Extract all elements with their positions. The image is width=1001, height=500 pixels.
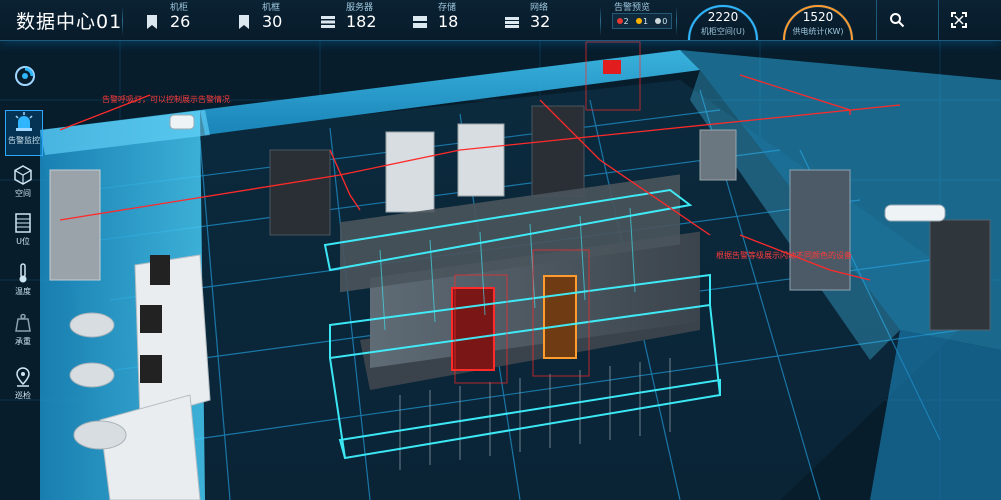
grey-dot-icon	[655, 18, 662, 24]
red-dot-icon	[616, 18, 623, 24]
stat-value: 18	[438, 12, 459, 31]
sidebar-item-label: 告警监控	[8, 136, 40, 145]
stat-server[interactable]: 服务器 182	[304, 0, 400, 40]
sidebar-item-u-position[interactable]: U位	[5, 212, 41, 256]
sidebar-item-label: 空间	[15, 189, 31, 198]
bookmark-icon	[239, 15, 249, 29]
divider	[122, 6, 123, 36]
expand-icon	[951, 12, 967, 28]
datacenter-3d-view[interactable]	[0, 40, 1001, 500]
stat-value: 30	[262, 12, 283, 31]
sidebar-item-inspection[interactable]: 巡检	[5, 366, 41, 410]
alarm-level-minor: 0	[655, 17, 667, 26]
gauge-value: 2220	[707, 10, 739, 24]
page-title: 数据中心01	[16, 11, 123, 33]
sidebar-item-temperature[interactable]: 温度	[5, 262, 41, 306]
stat-network[interactable]: 网络 32	[488, 0, 580, 40]
sidebar-item-label: 温度	[15, 287, 31, 296]
gauge-label: 供电统计(KW)	[792, 27, 844, 36]
device-flash-annotation: 根据告警等级展示闪动不同颜色的设备	[716, 251, 852, 260]
u-position-icon	[15, 213, 31, 233]
alarm-level-major: 1	[635, 17, 648, 26]
search-button[interactable]	[876, 0, 917, 40]
bookmark-icon	[147, 15, 157, 29]
alarm-light-annotation: 告警呼吸灯，可以控制展示告警情况	[102, 95, 230, 104]
divider	[676, 6, 677, 36]
sidebar-item-label: U位	[16, 237, 30, 246]
sidebar-item-space[interactable]: 空间	[5, 164, 41, 208]
sidebar-item-load[interactable]: 承重	[5, 312, 41, 356]
power-gauge: 1520 供电统计(KW)	[778, 2, 858, 40]
stat-value: 32	[530, 12, 551, 31]
thermometer-icon	[19, 263, 27, 283]
sidebar-item-label: 巡检	[15, 391, 31, 400]
refresh-logo-icon[interactable]	[13, 64, 37, 88]
alarm-level-critical: 2	[616, 17, 629, 26]
top-bar: 数据中心01 机柜 26 机框 30 服务器 182 存储 18 网络 32 告…	[0, 0, 1001, 41]
gauge-value: 1520	[802, 10, 834, 24]
sidebar-item-label: 承重	[15, 337, 31, 346]
search-icon	[890, 13, 905, 28]
fullscreen-button[interactable]	[938, 0, 979, 40]
server-icon	[321, 16, 335, 28]
storage-icon	[413, 16, 427, 28]
stat-cabinet[interactable]: 机柜 26	[128, 0, 220, 40]
stat-frame[interactable]: 机框 30	[220, 0, 312, 40]
space-cube-icon	[14, 165, 32, 185]
location-pin-icon	[16, 367, 30, 387]
stat-value: 26	[170, 12, 191, 31]
gauge-label: 机柜空间(U)	[700, 27, 746, 36]
stat-value: 182	[346, 12, 377, 31]
alarm-preview-label: 告警预览	[614, 3, 651, 13]
amber-dot-icon	[635, 18, 642, 24]
alarm-level-summary: 2 1 0	[612, 13, 672, 29]
weight-icon	[15, 313, 31, 332]
stat-storage[interactable]: 存储 18	[396, 0, 488, 40]
alarm-preview[interactable]: 告警预览 2 1 0	[610, 0, 672, 40]
network-icon	[505, 17, 519, 28]
alarm-light-icon	[15, 112, 33, 131]
sidebar-item-alarm[interactable]: 告警监控	[5, 110, 43, 156]
divider	[600, 6, 601, 36]
cabinet-space-gauge: 2220 机柜空间(U)	[683, 2, 763, 40]
left-toolbar: 告警监控 空间 U位 温度 承重 巡检	[0, 40, 46, 500]
